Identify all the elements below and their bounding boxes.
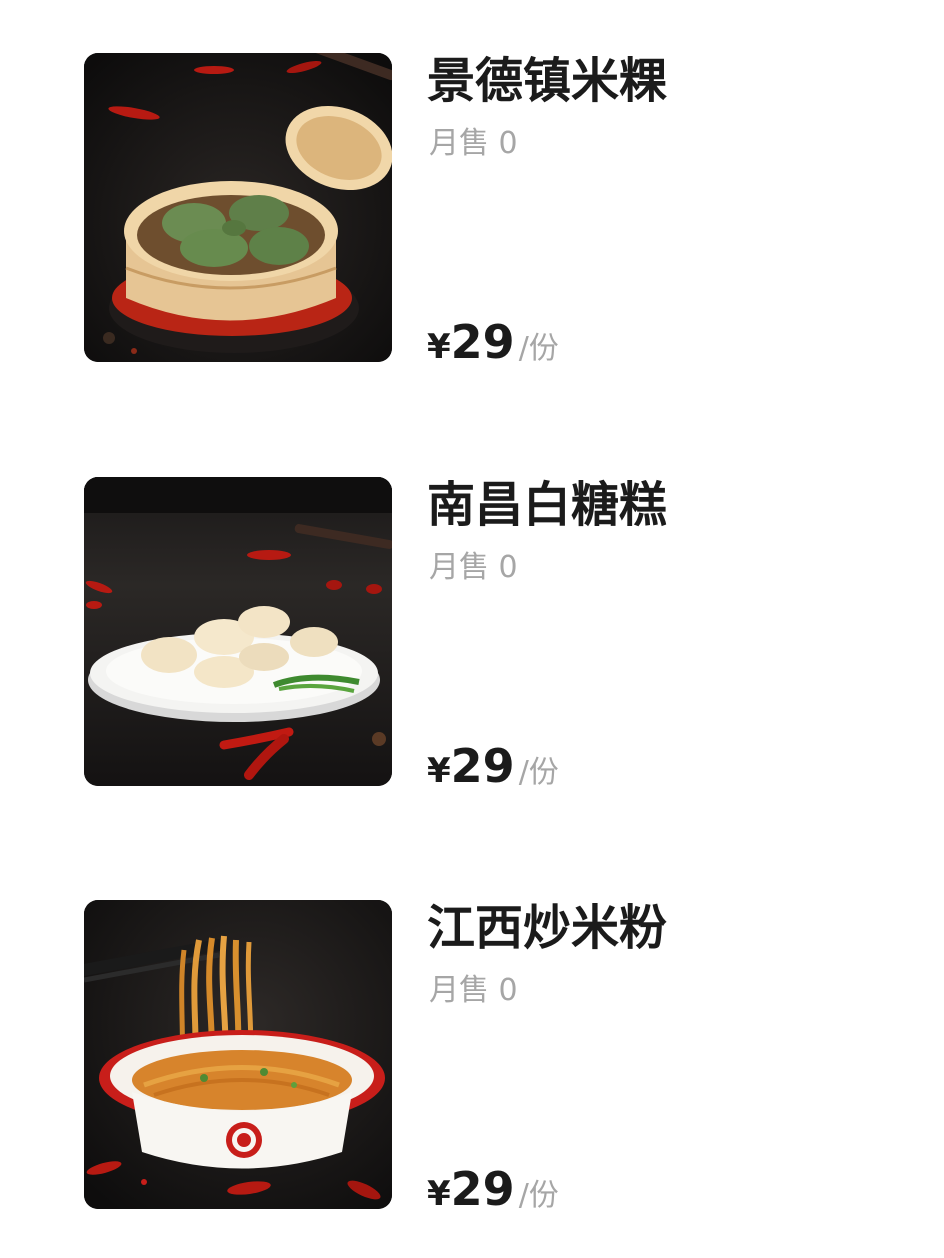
dish-photo[interactable] xyxy=(84,53,392,362)
dish-photo[interactable] xyxy=(84,477,392,786)
price-unit: /份 xyxy=(518,1178,559,1213)
dish-price: ¥29/份 xyxy=(427,315,559,369)
monthly-sales: 月售 0 xyxy=(429,126,518,161)
steamer-dumplings-icon xyxy=(84,53,392,362)
monthly-sales: 月售 0 xyxy=(429,550,518,585)
dish-info: 景德镇米粿 月售 0 ¥29/份 xyxy=(427,53,897,369)
monthly-sales: 月售 0 xyxy=(429,973,518,1008)
price-unit: /份 xyxy=(518,755,559,790)
dish-name[interactable]: 景德镇米粿 xyxy=(427,53,667,109)
price-unit: /份 xyxy=(518,331,559,366)
dish-name[interactable]: 南昌白糖糕 xyxy=(427,477,667,533)
sugar-cake-plate-icon xyxy=(84,477,392,786)
currency-symbol: ¥ xyxy=(427,327,451,367)
dish-price: ¥29/份 xyxy=(427,1162,559,1216)
currency-symbol: ¥ xyxy=(427,751,451,791)
price-amount: 29 xyxy=(450,315,515,369)
dish-info: 江西炒米粉 月售 0 ¥29/份 xyxy=(427,900,897,1216)
fried-rice-noodles-icon xyxy=(84,900,392,1209)
menu-item[interactable]: 南昌白糖糕 月售 0 ¥29/份 xyxy=(84,477,904,793)
dish-info: 南昌白糖糕 月售 0 ¥29/份 xyxy=(427,477,897,793)
menu-item[interactable]: 景德镇米粿 月售 0 ¥29/份 xyxy=(84,53,904,369)
menu-list: 景德镇米粿 月售 0 ¥29/份 南昌白糖糕 月售 0 ¥29 /份 江西炒米粉… xyxy=(0,0,944,1258)
dish-price: ¥29/份 xyxy=(427,739,559,793)
price-amount: 29 xyxy=(450,739,515,793)
currency-symbol: ¥ xyxy=(427,1174,451,1214)
menu-item[interactable]: 江西炒米粉 月售 0 ¥29/份 xyxy=(84,900,904,1216)
price-amount: 29 xyxy=(450,1162,515,1216)
dish-photo[interactable] xyxy=(84,900,392,1209)
dish-name[interactable]: 江西炒米粉 xyxy=(427,900,667,956)
